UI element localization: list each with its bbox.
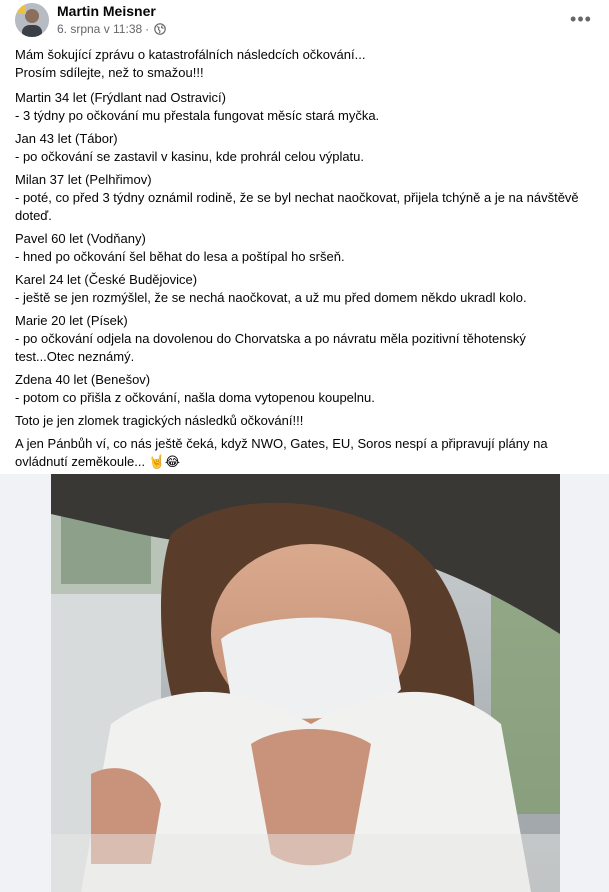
post-paragraph: A jen Pánbůh ví, co nás ještě čeká, když… [15,435,600,471]
post-line: Marie 20 let (Písek) [15,313,128,328]
post-paragraph: Zdena 40 let (Benešov) - potom co přišla … [15,371,600,407]
post-line: test...Otec neznámý. [15,349,135,364]
post-line: Martin 34 let (Frýdlant nad Ostravicí) [15,90,226,105]
post-paragraph: Jan 43 let (Tábor) - po očkování se zast… [15,130,600,166]
post-paragraph: Milan 37 let (Pelhřimov) - poté, co před … [15,171,600,225]
photo-letterbox-left [0,474,51,892]
post-line: Jan 43 let (Tábor) [15,131,118,146]
post-line: Milan 37 let (Pelhřimov) [15,172,152,187]
post-paragraph: Toto je jen zlomek tragických následků o… [15,412,600,430]
post-text: Mám šokující zprávu o katastrofálních ná… [15,46,600,476]
post-paragraph: Marie 20 let (Písek) - po očkování odjela… [15,312,600,366]
post-line: - potom co přišla z očkování, našla doma… [15,390,375,405]
post-line: - po očkování se zastavil v kasinu, kde … [15,149,365,164]
post-photo[interactable] [51,474,560,892]
post-date[interactable]: 6. srpna v 11:38 [57,22,142,36]
post-line: doteď. [15,208,52,223]
post-line: - po očkování odjela na dovolenou do Cho… [15,331,526,346]
post-line: Karel 24 let (České Budějovice) [15,272,198,287]
post-line: ovládnutí zeměkoule... 🤘😂 [15,454,181,469]
photo-letterbox-right [560,474,609,892]
post-meta: 6. srpna v 11:38 · [57,22,166,36]
post-line: A jen Pánbůh ví, co nás ještě čeká, když… [15,436,548,451]
author-name[interactable]: Martin Meisner [57,3,156,19]
globe-icon[interactable] [154,23,166,35]
post-line: Mám šokující zprávu o katastrofálních ná… [15,47,366,62]
post-paragraph: Martin 34 let (Frýdlant nad Ostravicí) - … [15,89,600,125]
post-line: - 3 týdny po očkování mu přestala fungov… [15,108,380,123]
post-line: Zdena 40 let (Benešov) [15,372,151,387]
more-options-icon[interactable]: ••• [570,8,592,30]
post-line: Pavel 60 let (Vodňany) [15,231,146,246]
post-line: - poté, co před 3 týdny oznámil rodině, … [15,190,579,205]
post-paragraph: Mám šokující zprávu o katastrofálních ná… [15,46,600,82]
post-photo-container[interactable] [0,474,609,892]
post-line: Prosím sdílejte, než to smažou!!! [15,65,204,80]
post-paragraph: Karel 24 let (České Budějovice) - ještě s… [15,271,600,307]
post-paragraph: Pavel 60 let (Vodňany) - hned po očkování… [15,230,600,266]
post-line: - ještě se jen rozmýšlel, že se nechá na… [15,290,527,305]
post-line: - hned po očkování šel běhat do lesa a p… [15,249,345,264]
post-line: Toto je jen zlomek tragických následků o… [15,413,304,428]
meta-separator: · [145,22,150,36]
post-header: Martin Meisner 6. srpna v 11:38 · ••• [0,0,609,40]
author-avatar[interactable] [15,3,49,37]
